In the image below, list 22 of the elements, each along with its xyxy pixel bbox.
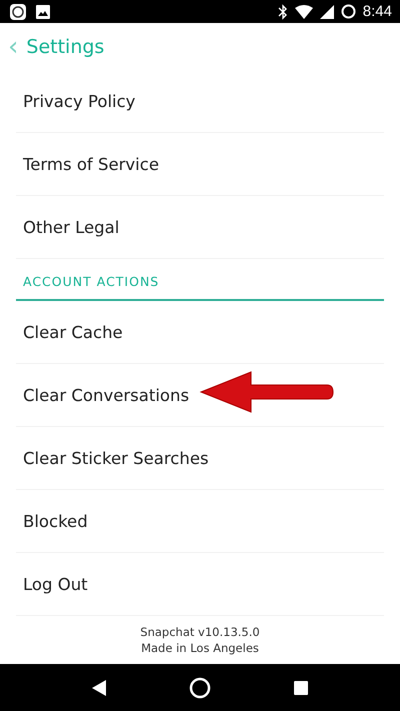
back-nav-icon[interactable] <box>92 680 106 696</box>
recents-nav-icon[interactable] <box>294 680 308 694</box>
battery-icon <box>340 4 356 19</box>
bluetooth-icon <box>278 4 288 20</box>
image-icon <box>35 4 51 20</box>
settings-item[interactable]: Clear Cache <box>16 322 123 342</box>
settings-item[interactable]: Terms of Service <box>16 154 159 174</box>
section-heading: ACCOUNT ACTIONS <box>16 259 384 301</box>
home-nav-icon[interactable] <box>188 676 211 698</box>
footer-text: Made in Los Angeles <box>141 640 259 656</box>
clock-time: 8:44 <box>362 3 392 20</box>
settings-item[interactable]: Blocked <box>16 512 88 530</box>
page-title: Settings <box>26 36 104 58</box>
signal-icon <box>320 4 334 18</box>
settings-item[interactable]: Clear Sticker Searches <box>16 448 209 468</box>
wifi-icon <box>294 4 313 18</box>
settings-item[interactable]: Clear Conversations <box>16 386 190 404</box>
settings-item[interactable]: Log Out <box>16 574 88 594</box>
settings-item[interactable]: Other Legal <box>16 218 120 236</box>
footer-text: Snapchat v10.13.5.0 <box>140 624 260 640</box>
app-notification-icon <box>9 2 27 20</box>
settings-item[interactable]: Privacy Policy <box>16 92 136 110</box>
